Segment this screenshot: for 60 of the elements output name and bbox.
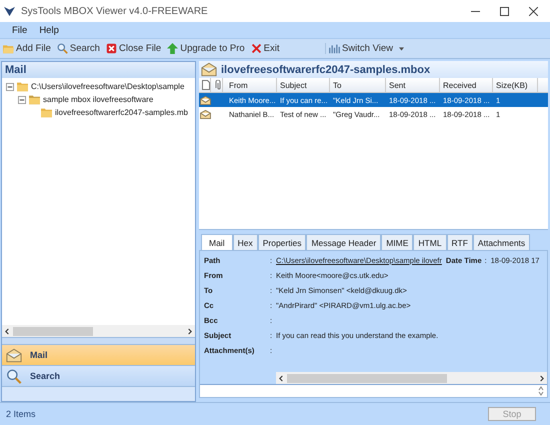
mailbox-title: ilovefreesoftwarerfc2047-samples.mbox — [221, 64, 430, 76]
tree-item[interactable]: sample mbox ilovefreesoftware — [43, 95, 154, 104]
column-header[interactable]: To — [330, 78, 386, 92]
column-header[interactable]: Sent — [386, 78, 440, 92]
columns-icon — [328, 43, 340, 54]
folder-icon — [41, 107, 52, 118]
status-text: 2 Items — [5, 409, 36, 419]
scroll-left-icon[interactable] — [5, 328, 10, 334]
close-icon — [106, 43, 117, 54]
up-arrow-icon — [167, 43, 178, 54]
folder-icon — [3, 43, 14, 54]
scroll-right-icon[interactable] — [539, 374, 544, 382]
nav-button[interactable]: Mail — [2, 345, 195, 366]
scroll-right-icon[interactable] — [187, 328, 192, 334]
toolbar-button[interactable]: Upgrade to Pro — [164, 43, 248, 54]
tab[interactable]: HTML — [413, 234, 447, 250]
close-icon — [250, 43, 262, 54]
collapse-icon[interactable] — [6, 82, 14, 90]
scrollbar[interactable] — [2, 325, 195, 337]
menu-item[interactable]: Help — [35, 24, 63, 36]
tab[interactable]: Hex — [232, 234, 258, 250]
tab[interactable]: Attachments — [472, 234, 530, 250]
tree-item[interactable]: C:\Users\ilovefreesoftware\Desktop\sample — [31, 82, 184, 91]
nav-button[interactable]: Search — [2, 366, 195, 387]
toolbar-button[interactable]: Search — [54, 43, 103, 54]
column-header[interactable]: From — [223, 78, 277, 92]
menu-item[interactable]: File — [8, 24, 32, 36]
maximize-icon[interactable] — [500, 6, 509, 16]
tab[interactable]: Message Header — [306, 234, 382, 250]
tab[interactable]: Mail — [201, 234, 233, 250]
tab[interactable]: RTF — [446, 234, 473, 250]
search-icon — [6, 368, 22, 384]
switch-view-button[interactable]: Switch View — [324, 43, 407, 54]
toolbar-button[interactable]: Add File — [0, 43, 54, 54]
paperclip-icon — [214, 80, 222, 90]
column-header[interactable]: Subject — [277, 78, 330, 92]
envelope-icon — [6, 348, 22, 362]
envelope-icon — [201, 62, 217, 77]
column-header[interactable]: Received — [440, 78, 493, 92]
column-header[interactable]: Size(KB) — [493, 78, 538, 92]
window-title: SysTools MBOX Viewer v4.0-FREEWARE — [21, 6, 208, 16]
tree-item[interactable]: ilovefreesoftwarerfc2047-samples.mb — [55, 108, 188, 117]
close-icon[interactable] — [529, 6, 538, 16]
input-field[interactable] — [200, 384, 547, 397]
toolbar-button[interactable]: Close File — [102, 43, 164, 54]
document-icon — [202, 80, 210, 90]
tab[interactable]: Properties — [258, 234, 306, 250]
toolbar-button[interactable]: Exit — [248, 43, 282, 54]
scrollbar[interactable] — [276, 372, 547, 384]
panel-title: Mail — [2, 62, 195, 78]
collapse-icon[interactable] — [18, 96, 26, 104]
search-icon — [56, 43, 68, 54]
spinner-icon[interactable] — [538, 386, 544, 396]
scroll-left-icon[interactable] — [279, 374, 284, 382]
tab[interactable]: MIME — [381, 234, 414, 250]
folder-icon — [17, 81, 28, 92]
caret-icon — [399, 46, 404, 50]
envelope-icon — [200, 96, 210, 104]
folder-icon — [29, 94, 40, 105]
shield-icon — [4, 6, 15, 16]
